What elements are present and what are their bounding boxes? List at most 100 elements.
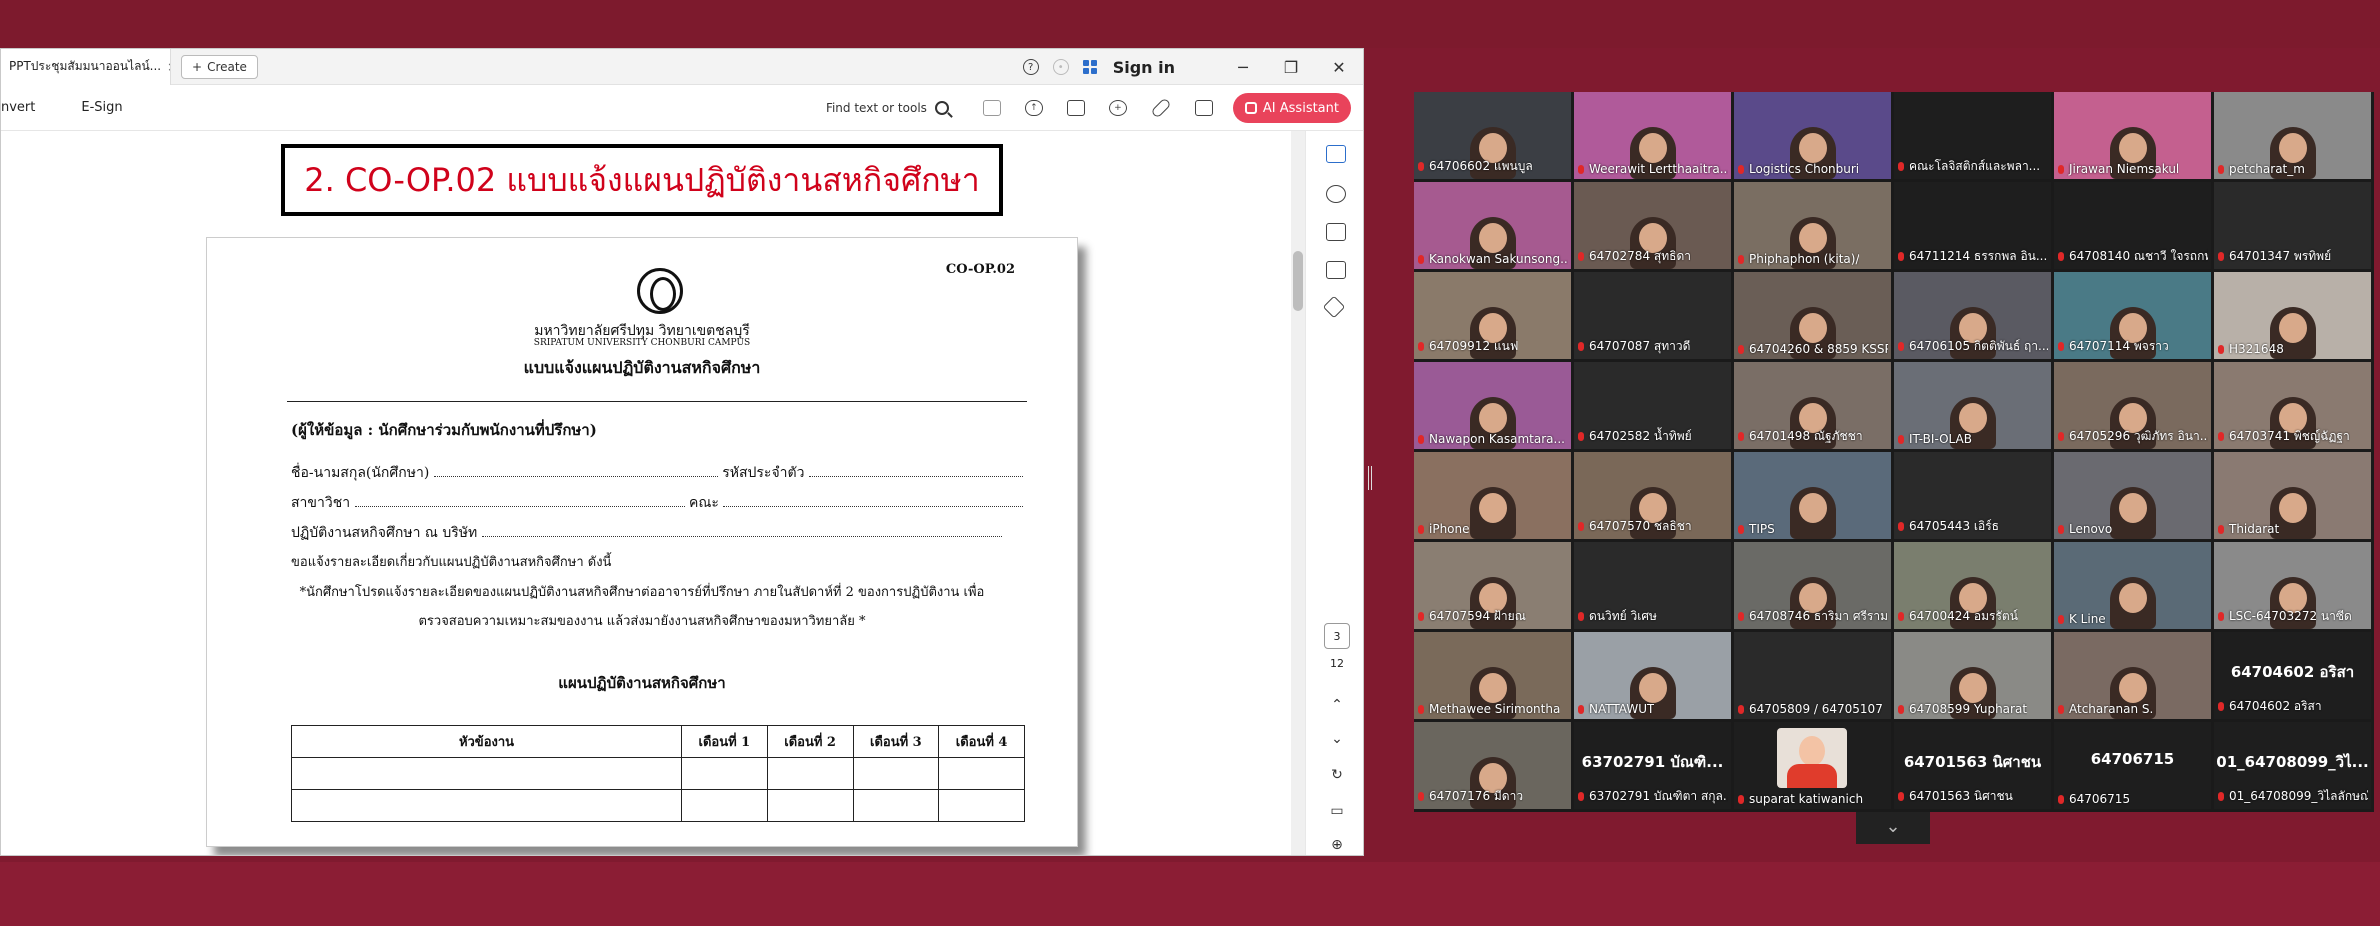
muted-mic-icon	[2058, 705, 2064, 714]
participant-tile[interactable]: 64708746 ธาริมา ศรีราม	[1734, 542, 1891, 629]
participant-tile[interactable]: H321648	[2214, 272, 2371, 359]
search-icon[interactable]	[934, 101, 949, 115]
participant-tile[interactable]: ดนวิทย์ วิเศษ	[1574, 542, 1731, 629]
current-page-box[interactable]: 3	[1324, 623, 1350, 649]
muted-mic-icon	[1738, 432, 1744, 441]
notification-bell-icon[interactable]: •	[1052, 59, 1069, 75]
find-text-tools[interactable]: Find text or tools	[826, 101, 927, 115]
document-view[interactable]: 2. CO-OP.02 แบบแจ้งแผนปฏิบัติงานสหกิจศึก…	[1, 131, 1303, 855]
participant-display-name: 01_64708099_วิไ...	[2216, 753, 2369, 771]
scroll-thumb[interactable]	[1293, 251, 1303, 311]
participant-tile[interactable]: iPhone	[1414, 452, 1571, 539]
participant-tile[interactable]: Weerawit Lertthaaitra...	[1574, 92, 1731, 179]
participant-tile[interactable]: 64708599 Yupharat	[1894, 632, 2051, 719]
participant-tile[interactable]: Methawee Sirimontha	[1414, 632, 1571, 719]
participant-tile[interactable]: 64702784 สุทธิดา	[1574, 182, 1731, 269]
participant-tile[interactable]: TIPS	[1734, 452, 1891, 539]
participant-tile[interactable]: 64708140 ณชาวี ใจรถกท์	[2054, 182, 2211, 269]
toolbar-right: Find text or tools ↑ + AI Assistant	[826, 85, 1351, 131]
participant-tile[interactable]: petcharat_m	[2214, 92, 2371, 179]
document-tab[interactable]: PPTประชุมสัมมนาออนไลน์... ×	[1, 49, 171, 85]
print-icon[interactable]	[1066, 100, 1085, 116]
participant-tile[interactable]: 63702791 บัณฑิ... 63702791 บัณฑิตา สกุล..…	[1574, 722, 1731, 809]
participant-name: ดนวิทย์ วิเศษ	[1589, 609, 1657, 623]
participant-tile[interactable]: Thidarat	[2214, 452, 2371, 539]
layers-icon[interactable]	[1322, 295, 1346, 319]
participant-tile[interactable]: 64707570 ชลธิชา	[1574, 452, 1731, 539]
participant-tile[interactable]: 64705296 วุฒิภัทร อินา...	[2054, 362, 2211, 449]
vertical-scrollbar[interactable]	[1291, 131, 1305, 855]
participant-tile[interactable]: 64707087 สุทาวดี	[1574, 272, 1731, 359]
muted-mic-icon	[1418, 525, 1424, 534]
muted-mic-icon	[1738, 525, 1744, 534]
participant-tile[interactable]: NATTAWUT	[1574, 632, 1731, 719]
participant-tile[interactable]: LSC-64703272 นาซีด	[2214, 542, 2371, 629]
participant-name: 01_64708099_วิไลลักษณ์	[2229, 789, 2368, 803]
participant-tile[interactable]: 64707114 พจราว	[2054, 272, 2211, 359]
participant-tile[interactable]: Nawapon Kasamtara...	[1414, 362, 1571, 449]
participant-tile[interactable]: Atcharanan S.	[2054, 632, 2211, 719]
participant-tile[interactable]: 64703741 พิชญ์ฉัฏฐา	[2214, 362, 2371, 449]
help-icon[interactable]: ?	[1022, 59, 1039, 75]
page-down-icon[interactable]: ⌄	[1324, 731, 1350, 747]
participant-tile[interactable]: Phiphaphon (kita)/	[1734, 182, 1891, 269]
email-icon[interactable]	[1194, 100, 1213, 116]
participant-tile[interactable]: Lenovo	[2054, 452, 2211, 539]
participant-tile[interactable]: 64705443 เอิร์ธ	[1894, 452, 2051, 539]
university-logo	[637, 268, 683, 314]
participant-tile[interactable]: 64707594 ฝ้ายณ	[1414, 542, 1571, 629]
close-tab-icon[interactable]: ×	[167, 60, 170, 74]
refresh-icon[interactable]: ↻	[1324, 767, 1350, 783]
participant-tile[interactable]: 64706602 แพนบูล	[1414, 92, 1571, 179]
esign-menu[interactable]: E-Sign	[81, 100, 122, 115]
participant-tile[interactable]: 64701498 ณัฐภัชชา	[1734, 362, 1891, 449]
participant-tile[interactable]: Jirawan Niemsakul	[2054, 92, 2211, 179]
gallery-collapse-button[interactable]: ⌄	[1856, 812, 1930, 844]
zoom-in-icon[interactable]: ⊕	[1324, 837, 1350, 853]
search-document-icon[interactable]: +	[1108, 100, 1127, 116]
muted-mic-icon	[1898, 612, 1904, 621]
muted-mic-icon	[1738, 705, 1744, 714]
participant-tile[interactable]: คณะโลจิสติกส์และพลา...	[1894, 92, 2051, 179]
splitter-handle[interactable]	[1368, 466, 1372, 490]
cloud-upload-icon[interactable]: ↑	[1024, 100, 1043, 116]
save-icon[interactable]	[982, 100, 1001, 116]
participant-tile[interactable]: 64709912 แนฟ	[1414, 272, 1571, 359]
bookmark-icon[interactable]	[1326, 223, 1346, 241]
participant-tile[interactable]: 64706105 กิตติพันธ์ ฤา...	[1894, 272, 2051, 359]
participant-tile[interactable]: IT-BI-OLAB	[1894, 362, 2051, 449]
minimize-button[interactable]: ─	[1219, 58, 1267, 77]
participant-tile[interactable]: 64701563 นิศาชน 64701563 นิศาชน	[1894, 722, 2051, 809]
ai-assistant-button[interactable]: AI Assistant	[1232, 93, 1351, 123]
participant-tile[interactable]: suparat katiwanich	[1734, 722, 1891, 809]
page-total: 12	[1330, 657, 1344, 670]
participant-tile[interactable]: 64706715 64706715	[2054, 722, 2211, 809]
participant-silhouette	[1789, 487, 1836, 539]
participant-tile[interactable]: 64711214 ธรรกพล อิน...	[1894, 182, 2051, 269]
create-button[interactable]: + Create	[181, 54, 258, 79]
participant-tile[interactable]: Logistics Chonburi	[1734, 92, 1891, 179]
participant-tile[interactable]: 64705809 / 64705107	[1734, 632, 1891, 719]
participant-tile[interactable]: 64704602 อริสา 64704602 อริสา	[2214, 632, 2371, 719]
participant-tile[interactable]: K Line	[2054, 542, 2211, 629]
restore-button[interactable]: ❐	[1267, 58, 1315, 77]
fit-page-icon[interactable]: ▭	[1324, 803, 1350, 819]
ai-summary-icon[interactable]	[1326, 145, 1346, 163]
convert-menu[interactable]: nvert	[1, 100, 35, 115]
muted-mic-icon	[1578, 252, 1584, 261]
link-icon[interactable]	[1150, 97, 1172, 119]
participant-tile[interactable]: 64704260 & 8859 KSSP	[1734, 272, 1891, 359]
participant-tile[interactable]: 64701347 พรทิพย์	[2214, 182, 2371, 269]
participant-tile[interactable]: 01_64708099_วิไ... 01_64708099_วิไลลักษณ์	[2214, 722, 2371, 809]
sign-in-button[interactable]: Sign in	[1113, 58, 1175, 77]
comment-icon[interactable]	[1326, 185, 1346, 203]
page-up-icon[interactable]: ⌃	[1324, 697, 1350, 713]
name-field-row: ชื่อ-นามสกุล(นักศึกษา) รหัสประจำตัว	[291, 462, 1023, 484]
close-window-button[interactable]: ✕	[1315, 58, 1363, 77]
participant-tile[interactable]: Kanokwan Sakunsong...	[1414, 182, 1571, 269]
participant-tile[interactable]: 64702582 น้ำทิพย์	[1574, 362, 1731, 449]
apps-grid-icon[interactable]	[1082, 60, 1097, 74]
participant-tile[interactable]: 64707176 มีดาว	[1414, 722, 1571, 809]
participant-tile[interactable]: 64700424 อมรรัตน์	[1894, 542, 2051, 629]
pages-icon[interactable]	[1326, 261, 1346, 279]
